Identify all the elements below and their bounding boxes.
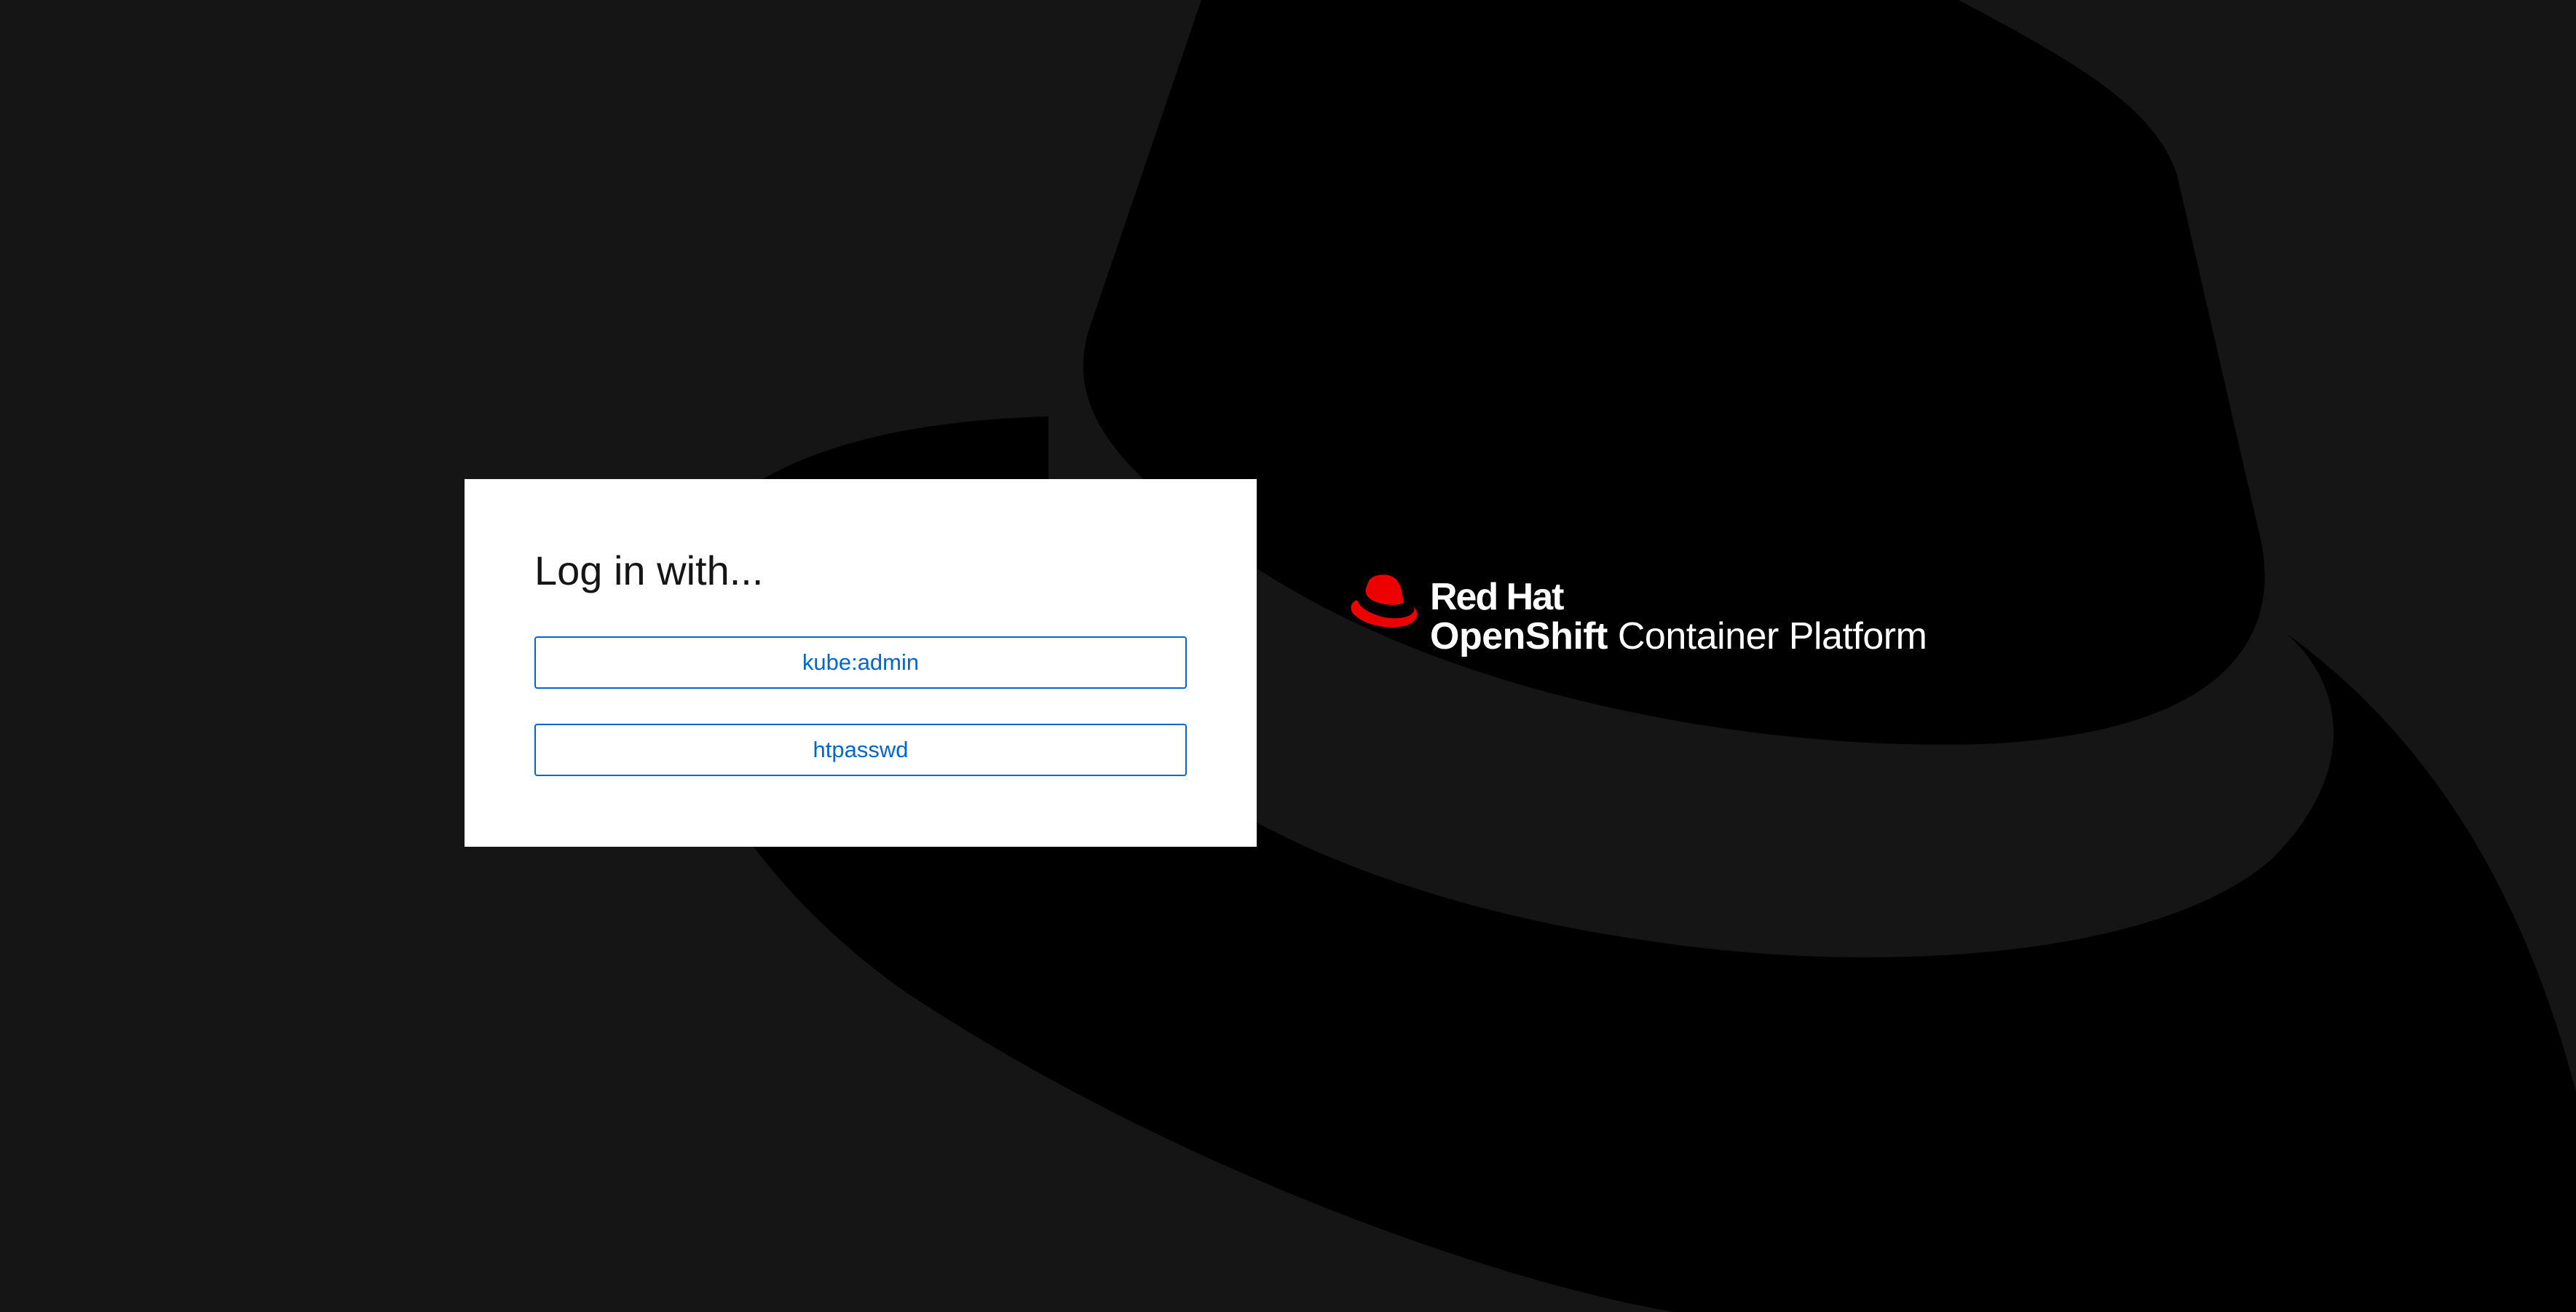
background-hat-graphic [661, 0, 2576, 1312]
brand-product-suffix: Container Platform [1617, 615, 1927, 657]
brand-company-name: Red Hat [1430, 576, 1564, 618]
login-title: Log in with... [534, 548, 764, 593]
login-page: Log in with... kube:admin htpasswd Red H… [0, 0, 2576, 1312]
brand-product-prefix: OpenShift [1430, 615, 1608, 657]
login-card: Log in with... kube:admin htpasswd [465, 479, 1257, 847]
brand-product-name: OpenShift Container Platform [1430, 617, 1927, 655]
login-provider-htpasswd-button[interactable]: htpasswd [534, 724, 1187, 776]
brand-logo: Red Hat OpenShift Container Platform [1347, 569, 1988, 664]
red-hat-fedora-icon [1351, 574, 1418, 628]
login-provider-kubeadmin-button[interactable]: kube:admin [534, 636, 1187, 689]
